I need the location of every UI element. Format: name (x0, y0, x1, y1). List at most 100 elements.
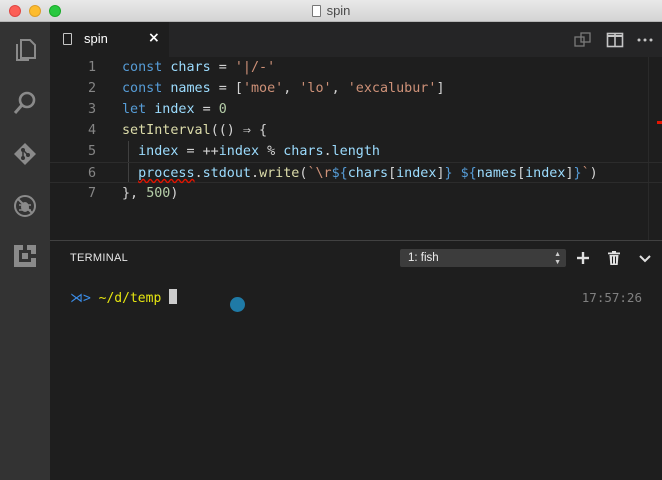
window-title-text: spin (326, 3, 351, 18)
file-icon (311, 5, 321, 17)
terminal-select[interactable]: 1: fish ▲ ▼ (400, 249, 566, 267)
code-token: index (138, 144, 179, 159)
code-token: ] (565, 166, 574, 181)
code-token: ) (589, 166, 598, 181)
search-icon[interactable] (11, 89, 39, 117)
code-token: ] (436, 81, 445, 96)
code-token: }, (122, 186, 147, 201)
code-line[interactable]: 5 index = ++index % chars.length (50, 141, 662, 162)
editor-tab-bar: spin × (50, 22, 662, 57)
code-editor[interactable]: 1 const chars = '|/-' 2 const names = ['moe… (50, 57, 662, 240)
code-token: `\r (307, 166, 332, 181)
prompt-path: ~/d/temp (98, 291, 162, 306)
code-line[interactable]: 1 const chars = '|/-' (50, 57, 662, 78)
code-token: chars (347, 166, 389, 181)
code-token: 'moe' (242, 81, 284, 96)
code-text: const names = ['moe', 'lo', 'excalubur'] (122, 78, 445, 99)
code-token: , (283, 81, 300, 96)
extensions-icon[interactable] (11, 242, 39, 270)
split-editor-icon[interactable] (606, 31, 624, 49)
code-token: ${ (460, 166, 477, 181)
code-token: index (154, 102, 195, 117)
code-token: [ (517, 166, 526, 181)
code-line[interactable]: 4 setInterval(() ⇒ { (50, 120, 662, 141)
terminal-select-value: 1: fish (408, 252, 439, 264)
debug-icon[interactable] (11, 192, 39, 220)
code-token: '|/-' (234, 60, 276, 75)
code-token: ) (170, 186, 179, 201)
terminal-prompt[interactable]: ⋊> ~/d/temp (70, 289, 178, 308)
code-token: const (122, 60, 163, 75)
prompt-symbol: ⋊> (70, 291, 91, 306)
line-number: 3 (87, 102, 96, 117)
kill-terminal-icon[interactable] (606, 250, 622, 266)
code-token: . (323, 144, 332, 159)
select-arrows-icon: ▲ ▼ (554, 251, 561, 266)
code-text: setInterval(() ⇒ { (122, 120, 267, 141)
tab-close-button[interactable]: × (148, 30, 160, 46)
code-token: 0 (218, 102, 227, 117)
code-token: names (476, 166, 518, 181)
code-token: [ (388, 166, 397, 181)
code-token: ] (436, 166, 445, 181)
code-token: 'lo' (299, 81, 332, 96)
code-token: index (396, 166, 437, 181)
code-token: let (122, 102, 147, 117)
code-token: names (170, 81, 211, 96)
code-token: . (251, 166, 260, 181)
code-token: % (259, 144, 284, 159)
code-token: , (331, 81, 348, 96)
code-text: index = ++index % chars.length (122, 141, 380, 162)
code-line[interactable]: 2 const names = ['moe', 'lo', 'excalubur'… (50, 78, 662, 99)
code-token: write (259, 166, 300, 181)
activity-bar (0, 22, 50, 480)
code-token: (() ⇒ { (210, 123, 268, 138)
line-number: 7 (87, 186, 96, 201)
file-icon (63, 33, 72, 45)
code-token: length (331, 144, 380, 159)
code-line[interactable]: 3 let index = 0 (50, 99, 662, 120)
code-token: = (210, 60, 235, 75)
code-text: process.stdout.write(`\r${chars[index]} … (122, 163, 598, 184)
line-number: 5 (87, 144, 96, 159)
code-token: stdout (202, 166, 251, 181)
code-token: chars (283, 144, 324, 159)
code-token: } (573, 166, 582, 181)
explorer-icon[interactable] (11, 36, 39, 64)
line-number: 6 (87, 166, 96, 181)
code-token: = [ (210, 81, 243, 96)
chevron-down-icon[interactable] (637, 250, 653, 266)
code-token: const (122, 81, 163, 96)
code-line[interactable]: 7}, 500) (50, 183, 662, 204)
code-token: index (525, 166, 566, 181)
code-token: ${ (331, 166, 348, 181)
panel-title: TERMINAL (70, 252, 129, 264)
window-title: spin (0, 3, 662, 18)
code-token: 'excalubur' (347, 81, 437, 96)
code-line[interactable]: 6 process.stdout.write(`\r${chars[index]… (50, 162, 662, 183)
click-indicator (230, 297, 245, 312)
code-text: let index = 0 (122, 99, 227, 120)
window-titlebar: spin (0, 0, 662, 22)
code-text: }, 500) (122, 183, 178, 204)
open-changes-icon[interactable] (574, 31, 592, 49)
terminal-panel: TERMINAL 1: fish ▲ ▼ ⋊> ~/d/temp 17:57:26 (50, 240, 662, 480)
source-control-icon[interactable] (11, 140, 39, 168)
terminal-cursor (169, 289, 178, 304)
terminal-time: 17:57:26 (581, 290, 642, 305)
code-token: . (194, 166, 203, 181)
error-token: process (138, 166, 195, 181)
code-token: 500 (146, 186, 171, 201)
code-token: setInterval (122, 123, 211, 138)
tab-spin[interactable]: spin × (50, 22, 170, 57)
line-number: 1 (87, 60, 96, 75)
new-terminal-icon[interactable] (575, 250, 591, 266)
more-actions-icon[interactable] (636, 31, 654, 49)
code-token: = (194, 102, 219, 117)
code-token: } (444, 166, 453, 181)
line-number: 2 (87, 81, 96, 96)
tab-label: spin (84, 31, 108, 46)
